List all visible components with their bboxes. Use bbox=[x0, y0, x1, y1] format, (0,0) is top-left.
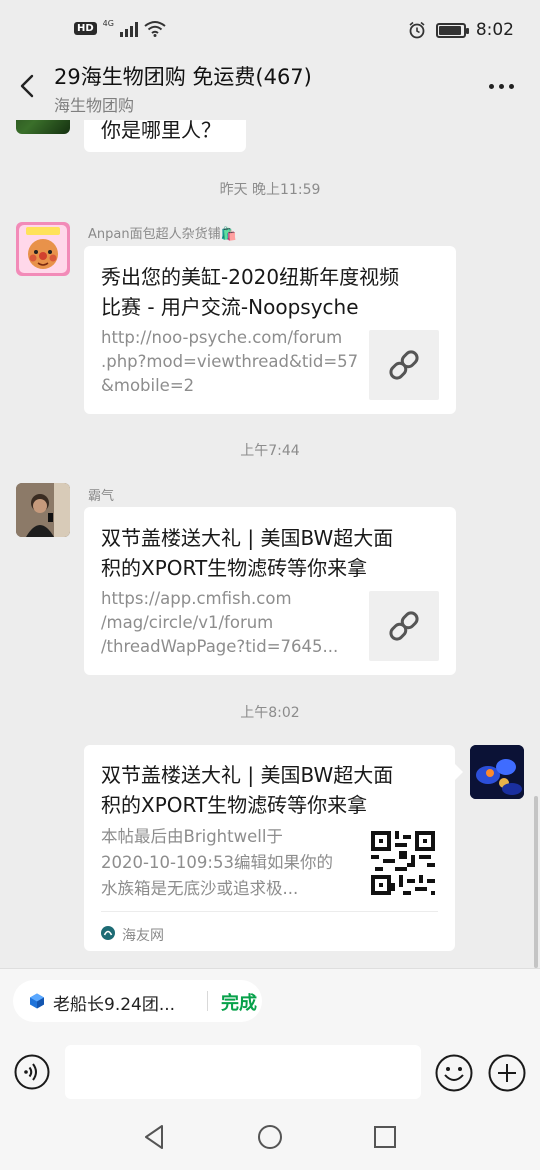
link-source: 海友网 bbox=[122, 928, 164, 944]
link-title-line-2: 比赛 - 用户交流-Noopsyche bbox=[101, 295, 359, 319]
link-card[interactable]: 秀出您的美缸-2020纽斯年度视频 比赛 - 用户交流-Noopsyche ht… bbox=[84, 246, 456, 414]
status-right: 8:02 bbox=[408, 20, 514, 40]
message-input[interactable] bbox=[65, 1045, 421, 1099]
avatar[interactable] bbox=[16, 222, 70, 276]
link-card[interactable]: 双节盖楼送大礼 | 美国BW超大面 积的XPORT生物滤砖等你来拿 本帖最后由B… bbox=[84, 745, 455, 951]
source-logo-icon bbox=[101, 926, 115, 940]
chat-title[interactable]: 29海生物团购 免运费(467) bbox=[54, 61, 312, 91]
alarm-icon bbox=[409, 21, 425, 39]
link-title-line-2: 积的XPORT生物滤砖等你来拿 bbox=[101, 556, 368, 580]
system-nav-bar bbox=[0, 1100, 540, 1170]
message-list[interactable]: 你是哪里人？ 昨天 晚上11:59 Anpan面包超人杂货铺🛍️ 秀出您的美缸-… bbox=[0, 120, 540, 968]
link-thumbnail bbox=[369, 330, 439, 400]
link-url-line-1: https://app.cmfish.com bbox=[101, 589, 292, 608]
voice-icon[interactable] bbox=[14, 1054, 50, 1090]
avatar[interactable] bbox=[16, 483, 70, 537]
more-icon[interactable] bbox=[486, 76, 516, 96]
done-button[interactable]: 完成 bbox=[221, 989, 257, 1015]
cube-icon bbox=[30, 993, 44, 1009]
nav-recent-icon[interactable] bbox=[372, 1124, 398, 1150]
scrollbar[interactable] bbox=[534, 796, 538, 968]
avatar[interactable] bbox=[16, 120, 70, 134]
text-bubble[interactable]: 你是哪里人？ bbox=[84, 120, 246, 152]
wifi-icon bbox=[144, 21, 166, 37]
nav-back-icon[interactable] bbox=[142, 1124, 168, 1150]
link-desc-line-2: 2020-10-109:53编辑如果你的 bbox=[101, 853, 333, 872]
link-url-line-1: http://noo-psyche.com/forum bbox=[101, 328, 343, 347]
input-area: 老船长9.24团... 完成 bbox=[0, 968, 540, 1100]
chat-subtitle: 海生物团购 bbox=[54, 96, 135, 115]
link-title-line-2: 积的XPORT生物滤砖等你来拿 bbox=[101, 793, 368, 817]
clock: 8:02 bbox=[475, 20, 514, 40]
signal-icon bbox=[119, 21, 138, 37]
quote-bar[interactable]: 老船长9.24团... 完成 bbox=[13, 980, 262, 1022]
own-avatar[interactable] bbox=[470, 745, 524, 799]
link-title-line-1: 双节盖楼送大礼 | 美国BW超大面 bbox=[101, 763, 394, 787]
link-title-line-1: 双节盖楼送大礼 | 美国BW超大面 bbox=[101, 526, 394, 550]
link-url-line-2: .php?mod=viewthread&tid=57 bbox=[101, 352, 359, 371]
qr-code-icon bbox=[371, 831, 435, 895]
hd-badge: HD bbox=[74, 22, 97, 35]
link-icon bbox=[389, 350, 419, 380]
link-thumbnail bbox=[369, 591, 439, 661]
link-url-line-3: &mobile=2 bbox=[101, 376, 195, 395]
network-type: 4G bbox=[102, 19, 114, 28]
link-title-line-1: 秀出您的美缸-2020纽斯年度视频 bbox=[101, 265, 400, 289]
sender-name: 霸气 bbox=[88, 489, 115, 504]
link-desc-line-1: 本帖最后由Brightwell于 bbox=[101, 827, 283, 846]
aquarium-photo-icon bbox=[470, 745, 524, 799]
card-divider bbox=[101, 911, 438, 912]
timestamp: 上午7:44 bbox=[240, 443, 300, 459]
bubble-tail bbox=[455, 764, 463, 780]
link-url-line-3: /threadWapPage?tid=7645... bbox=[101, 637, 339, 656]
battery-icon bbox=[435, 22, 469, 38]
link-url-line-2: /mag/circle/v1/forum bbox=[101, 613, 274, 632]
status-bar: HD 4G 8:02 bbox=[0, 0, 540, 58]
emoji-icon[interactable] bbox=[435, 1054, 473, 1092]
message-text: 你是哪里人？ bbox=[101, 120, 221, 142]
quote-divider bbox=[207, 991, 208, 1011]
sender-name: Anpan面包超人杂货铺🛍️ bbox=[88, 227, 237, 242]
nav-home-icon[interactable] bbox=[257, 1124, 283, 1150]
timestamp: 上午8:02 bbox=[240, 705, 300, 721]
user-photo-icon bbox=[16, 483, 70, 537]
anpanman-avatar-icon bbox=[19, 225, 67, 273]
quote-text: 老船长9.24团... bbox=[53, 995, 176, 1015]
timestamp: 昨天 晚上11:59 bbox=[219, 182, 321, 198]
link-desc-line-3: 水族箱是无底沙或追求极... bbox=[101, 879, 299, 898]
link-icon bbox=[389, 611, 419, 641]
plus-icon[interactable] bbox=[488, 1054, 526, 1092]
back-arrow-icon[interactable] bbox=[14, 70, 42, 102]
chat-header: 29海生物团购 免运费(467) 海生物团购 bbox=[0, 58, 540, 120]
link-card[interactable]: 双节盖楼送大礼 | 美国BW超大面 积的XPORT生物滤砖等你来拿 https:… bbox=[84, 507, 456, 675]
status-left: HD 4G bbox=[74, 19, 166, 37]
